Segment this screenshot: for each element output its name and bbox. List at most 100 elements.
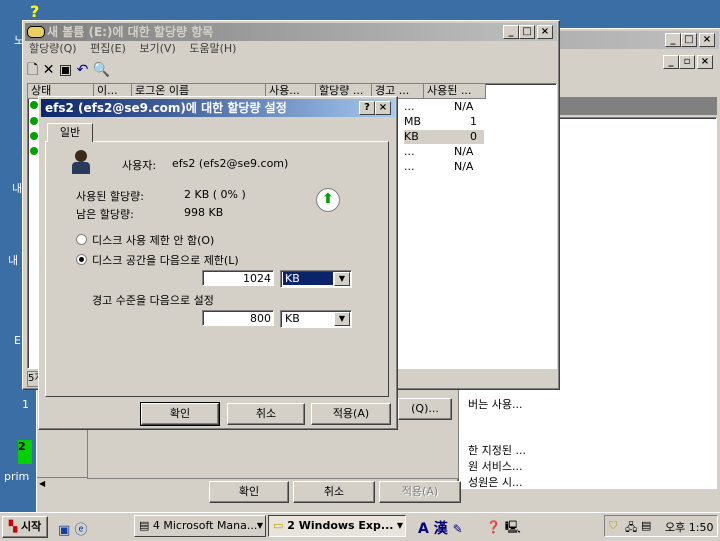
- properties-icon[interactable]: ▣: [59, 62, 72, 78]
- desktop-label: 내: [8, 254, 19, 267]
- table-cell: 0: [470, 130, 477, 143]
- warning-amount-input[interactable]: 800: [202, 310, 274, 326]
- table-cell: ...: [404, 100, 415, 113]
- warning-unit-select[interactable]: KB ▼: [280, 310, 352, 328]
- ime-lang-button[interactable]: A: [418, 521, 429, 537]
- mdi-child-controls: _ ▫ ×: [557, 53, 717, 71]
- drive-icon: [27, 26, 45, 38]
- dialog-title: efs2 (efs2@se9.com)에 대한 할당량 설정: [45, 101, 287, 115]
- undo-icon[interactable]: ↶: [77, 62, 89, 78]
- ok-status-icon: [30, 117, 38, 125]
- maximize-button[interactable]: □: [519, 25, 535, 39]
- task-group-arrow-icon: ▼: [256, 521, 263, 530]
- explorer-ok-button[interactable]: 확인: [209, 481, 289, 503]
- system-tray: ⛉ 🖧 ▤ 오후 1:50: [604, 515, 718, 537]
- limit-radio[interactable]: [76, 254, 87, 265]
- apply-button[interactable]: 적용(A): [311, 403, 391, 425]
- quota-window-title: 새 볼륨 (E:)에 대한 할당량 항목: [47, 25, 214, 39]
- menu-edit[interactable]: 편집(E): [90, 42, 126, 55]
- help-button[interactable]: ?: [359, 101, 375, 115]
- security-shield-icon[interactable]: ⛉: [609, 519, 617, 533]
- show-desktop-icon[interactable]: ▣: [58, 523, 70, 538]
- remaining-quota-label: 남은 할당량:: [76, 208, 134, 221]
- limit-unit-select[interactable]: KB ▼: [280, 270, 352, 288]
- limit-amount-input[interactable]: 1024: [202, 270, 274, 286]
- cancel-button[interactable]: 취소: [227, 403, 305, 425]
- clock[interactable]: 오후 1:50: [665, 519, 713, 535]
- close-button[interactable]: ×: [375, 101, 391, 115]
- quota-menubar: 할당량(Q) 편집(E) 보기(V) 도움말(H): [29, 41, 246, 57]
- warning-label: 경고 수준을 다음으로 설정: [92, 294, 214, 307]
- close-button[interactable]: ×: [537, 25, 553, 39]
- minimize-button[interactable]: _: [665, 33, 681, 47]
- table-cell: ...: [404, 160, 415, 173]
- quota-entries-button[interactable]: (Q)...: [398, 398, 452, 420]
- list-item: 성원은 시...: [468, 476, 523, 489]
- quota-titlebar: 새 볼륨 (E:)에 대한 할당량 항목 _ □ ×: [25, 23, 557, 41]
- maximize-button[interactable]: □: [681, 33, 697, 47]
- dropdown-arrow-icon[interactable]: ▼: [334, 312, 350, 326]
- ime-toolbar: A 漢 ✎: [418, 518, 463, 538]
- scroll-left-icon[interactable]: ◀: [39, 479, 45, 488]
- remaining-quota-value: 998 KB: [184, 206, 224, 219]
- quota-toolbar: 🗋 ✕ ▣ ↶ 🔍: [27, 61, 110, 79]
- start-button[interactable]: ▚ 시작: [2, 516, 48, 538]
- explorer-cancel-button[interactable]: 취소: [293, 481, 375, 503]
- find-icon[interactable]: 🔍: [93, 62, 110, 78]
- limit-label[interactable]: 디스크 공간을 다음으로 제한(L): [92, 252, 239, 268]
- desktop-label: E: [14, 334, 21, 347]
- table-cell: KB: [404, 130, 419, 143]
- table-cell: ...: [404, 145, 415, 158]
- no-limit-label[interactable]: 디스크 사용 제한 안 함(O): [92, 232, 214, 248]
- user-icon: [70, 150, 92, 174]
- ime-hanja-button[interactable]: 漢: [434, 521, 448, 537]
- taskbar-item-explorer[interactable]: ▭ 2 Windows Exp... ▼: [268, 515, 406, 537]
- tab-general[interactable]: 일반: [47, 123, 93, 142]
- dropdown-arrow-icon[interactable]: ▼: [334, 272, 350, 286]
- task-group-arrow-icon: ▼: [396, 521, 403, 530]
- explorer-apply-button[interactable]: 적용(A): [379, 481, 461, 503]
- child-restore-button[interactable]: ▫: [679, 55, 695, 69]
- quota-ok-status-icon: ⬆: [316, 188, 340, 212]
- child-close-button[interactable]: ×: [697, 55, 713, 69]
- list-item: 한 지정된 ...: [468, 444, 526, 457]
- column-header-strip: [557, 97, 717, 115]
- used-quota-value: 2 KB ( 0% ): [184, 188, 246, 201]
- table-cell: N/A: [454, 100, 474, 113]
- minimize-button[interactable]: _: [503, 25, 519, 39]
- user-value: efs2 (efs2@se9.com): [172, 157, 289, 170]
- menu-help[interactable]: 도움말(H): [189, 42, 236, 55]
- child-minimize-button[interactable]: _: [663, 55, 679, 69]
- network-icon[interactable]: 🖧: [625, 519, 637, 538]
- new-entry-icon[interactable]: 🗋: [27, 62, 38, 78]
- ok-button[interactable]: 확인: [140, 402, 220, 426]
- list-item: 버는 사용...: [468, 398, 523, 411]
- mmc-icon: ▤: [139, 519, 153, 532]
- help-desktop-icon[interactable]: ?: [30, 2, 48, 21]
- internet-explorer-icon[interactable]: ⓔ: [74, 523, 87, 538]
- column-header-percent[interactable]: 사용된 ...: [424, 84, 486, 99]
- start-label: 시작: [21, 520, 42, 533]
- volume-icon[interactable]: ▤: [641, 519, 651, 532]
- help-icon[interactable]: ❓: [486, 520, 501, 534]
- menu-quota[interactable]: 할당량(Q): [29, 42, 77, 55]
- no-limit-radio[interactable]: [76, 234, 87, 245]
- user-label: 사용자:: [122, 159, 157, 172]
- table-cell: 1: [470, 115, 477, 128]
- used-quota-label: 사용된 할당량:: [76, 190, 144, 203]
- dialog-titlebar: efs2 (efs2@se9.com)에 대한 할당량 설정 ? ×: [41, 99, 395, 117]
- tray-help-icons: ❓ 🖳: [486, 518, 521, 539]
- menu-view[interactable]: 보기(V): [139, 42, 175, 55]
- status-icons: [28, 100, 38, 166]
- ime-status-icon[interactable]: 🖳: [505, 520, 521, 534]
- table-cell: N/A: [454, 145, 474, 158]
- delete-icon[interactable]: ✕: [43, 62, 55, 78]
- ime-pad-icon[interactable]: ✎: [453, 522, 463, 536]
- taskbar-item-mmc[interactable]: ▤ 4 Microsoft Mana... ▼: [134, 515, 266, 537]
- warning-unit-value: KB: [285, 312, 300, 325]
- taskbar-item-label: 4 Microsoft Mana...: [152, 519, 258, 532]
- ok-status-icon: [30, 147, 38, 155]
- desktop-label: 1: [22, 398, 29, 411]
- limit-unit-value: KB: [283, 272, 333, 285]
- close-button[interactable]: ×: [699, 33, 715, 47]
